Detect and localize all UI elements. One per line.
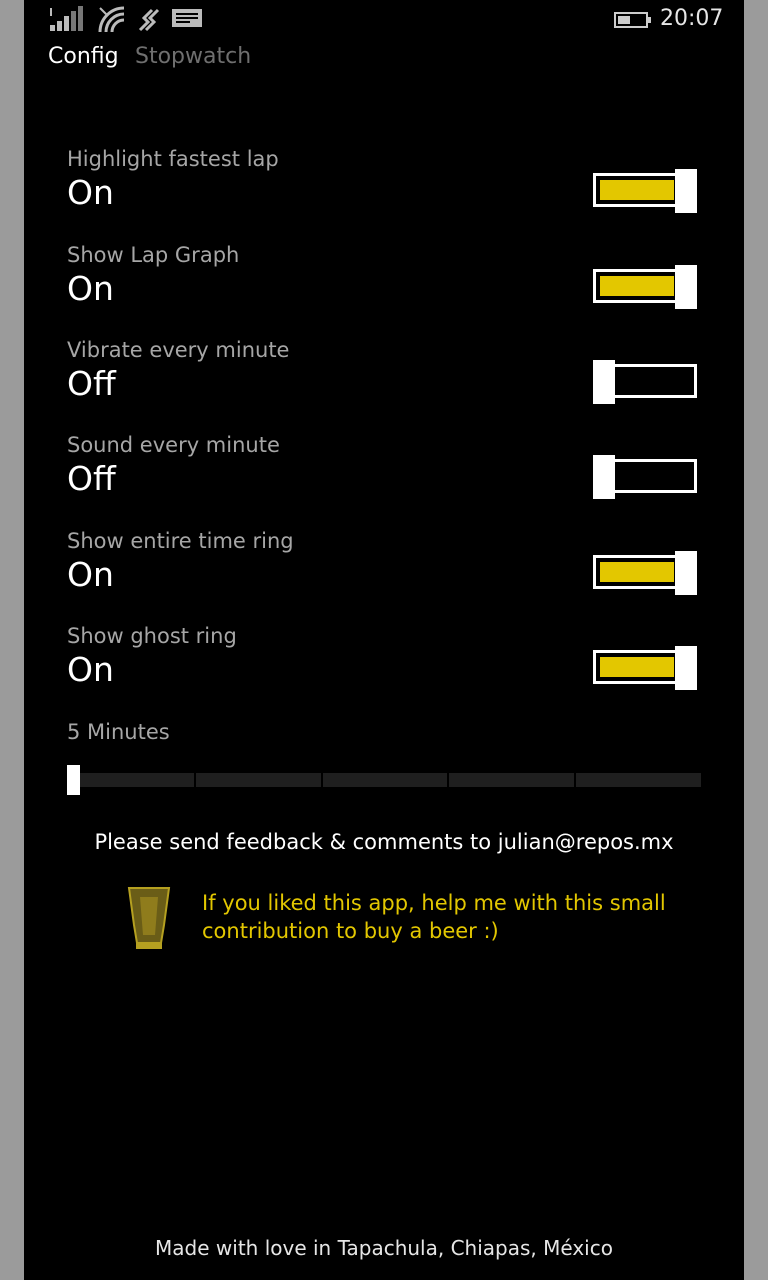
setting-label: Show entire time ring xyxy=(67,529,294,553)
slider-tick xyxy=(447,773,449,787)
beer-text[interactable]: If you liked this app, help me with this… xyxy=(202,889,682,945)
setting-show-ghost-ring: Show ghost ring On xyxy=(67,624,701,714)
toggle-fill xyxy=(600,657,674,677)
setting-value: On xyxy=(67,269,114,308)
battery-icon xyxy=(614,12,652,32)
toggle-thumb[interactable] xyxy=(675,169,697,213)
toggle-fill xyxy=(600,180,674,200)
vibrate-every-minute-toggle[interactable] xyxy=(593,360,697,404)
tab-config[interactable]: Config xyxy=(48,44,119,69)
tab-stopwatch[interactable]: Stopwatch xyxy=(135,44,251,69)
sound-every-minute-toggle[interactable] xyxy=(593,455,697,499)
slider-tick xyxy=(574,773,576,787)
feedback-text: Please send feedback & comments to julia… xyxy=(94,830,674,854)
beer-glass-icon[interactable] xyxy=(126,885,172,957)
setting-label: Vibrate every minute xyxy=(67,338,290,362)
setting-label: Show Lap Graph xyxy=(67,243,240,267)
setting-highlight-fastest-lap: Highlight fastest lap On xyxy=(67,147,701,237)
slider-label: 5 Minutes xyxy=(67,720,170,744)
show-ghost-ring-toggle[interactable] xyxy=(593,646,697,690)
setting-show-lap-graph: Show Lap Graph On xyxy=(67,243,701,333)
setting-value: On xyxy=(67,650,114,689)
setting-value: Off xyxy=(67,459,116,498)
setting-vibrate-every-minute: Vibrate every minute Off xyxy=(67,338,701,428)
highlight-fastest-lap-toggle[interactable] xyxy=(593,169,697,213)
toggle-thumb[interactable] xyxy=(675,265,697,309)
setting-value: On xyxy=(67,173,114,212)
donate-beer-link[interactable]: If you liked this app, help me with this… xyxy=(126,885,686,955)
slider-tick xyxy=(321,773,323,787)
slider-track[interactable] xyxy=(67,773,701,787)
minutes-slider[interactable] xyxy=(67,765,701,795)
setting-sound-every-minute: Sound every minute Off xyxy=(67,433,701,523)
setting-label: Sound every minute xyxy=(67,433,280,457)
show-entire-time-ring-toggle[interactable] xyxy=(593,551,697,595)
slider-tick xyxy=(194,773,196,787)
slider-thumb[interactable] xyxy=(67,765,80,795)
toggle-thumb[interactable] xyxy=(593,360,615,404)
setting-value: Off xyxy=(67,364,116,403)
wifi-icon xyxy=(98,6,126,38)
toggle-thumb[interactable] xyxy=(675,646,697,690)
signal-icon xyxy=(50,6,86,36)
toggle-fill xyxy=(600,276,674,296)
setting-label: Show ghost ring xyxy=(67,624,237,648)
status-clock: 20:07 xyxy=(660,6,724,31)
setting-value: On xyxy=(67,555,114,594)
setting-label: Highlight fastest lap xyxy=(67,147,279,171)
status-bar: 20:07 xyxy=(24,0,744,40)
toggle-thumb[interactable] xyxy=(675,551,697,595)
toggle-fill xyxy=(600,562,674,582)
network-icon xyxy=(136,6,160,38)
footer-text: Made with love in Tapachula, Chiapas, Mé… xyxy=(155,1236,613,1260)
notification-icon xyxy=(171,6,203,34)
toggle-thumb[interactable] xyxy=(593,455,615,499)
show-lap-graph-toggle[interactable] xyxy=(593,265,697,309)
setting-show-entire-time-ring: Show entire time ring On xyxy=(67,529,701,619)
app-screen: 20:07 Config Stopwatch Highlight fastest… xyxy=(24,0,744,1280)
